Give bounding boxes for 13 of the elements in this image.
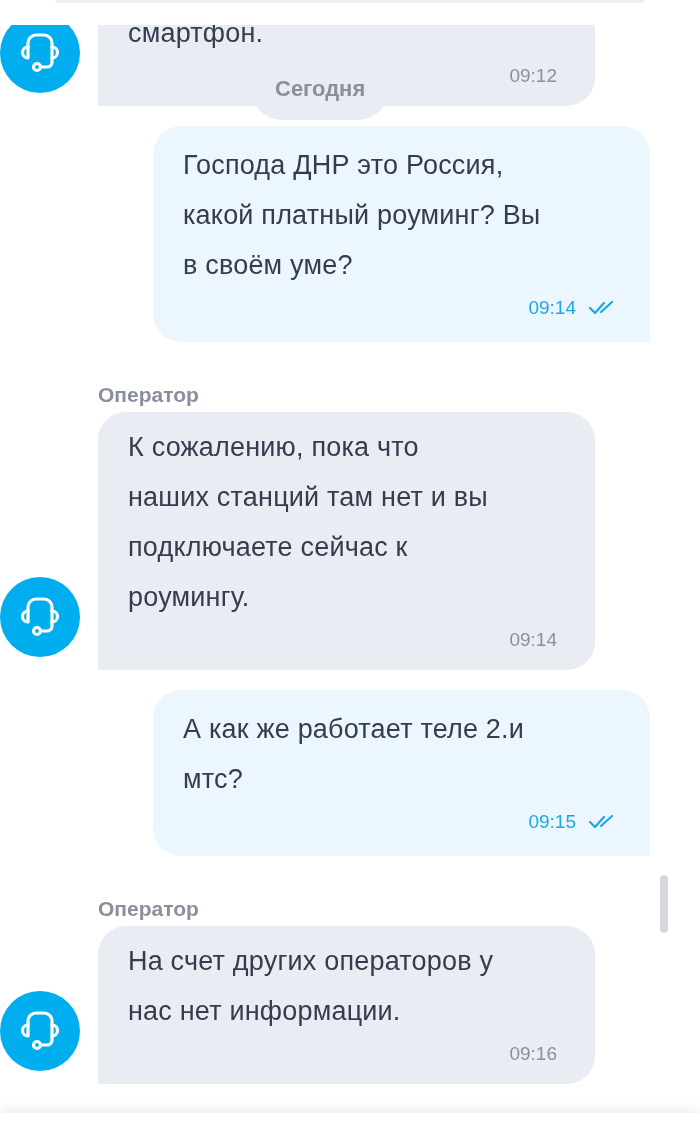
message-time: 09:14 (509, 627, 557, 652)
message-text: А как же работает теле 2.и мтс? (183, 713, 526, 796)
sender-name: Оператор (98, 382, 199, 408)
sender-name: Оператор (98, 896, 199, 922)
scrollbar[interactable] (660, 875, 668, 933)
message-text: Господа ДНР это Россия, какой платный роуминг? Вы в своём уме? (183, 149, 542, 282)
message-text: К сожалению, пока что наших станций там нет и вы подключаете сейчас к роумингу. (128, 431, 489, 614)
message-text: смартфон. (128, 17, 265, 50)
message-time: 09:16 (509, 1041, 557, 1066)
message-time: 09:12 (509, 63, 557, 88)
message-time: 09:14 (528, 295, 576, 320)
message-time: 09:15 (528, 809, 576, 834)
message-text: На счет других операторов у нас нет информации. (128, 945, 495, 1028)
